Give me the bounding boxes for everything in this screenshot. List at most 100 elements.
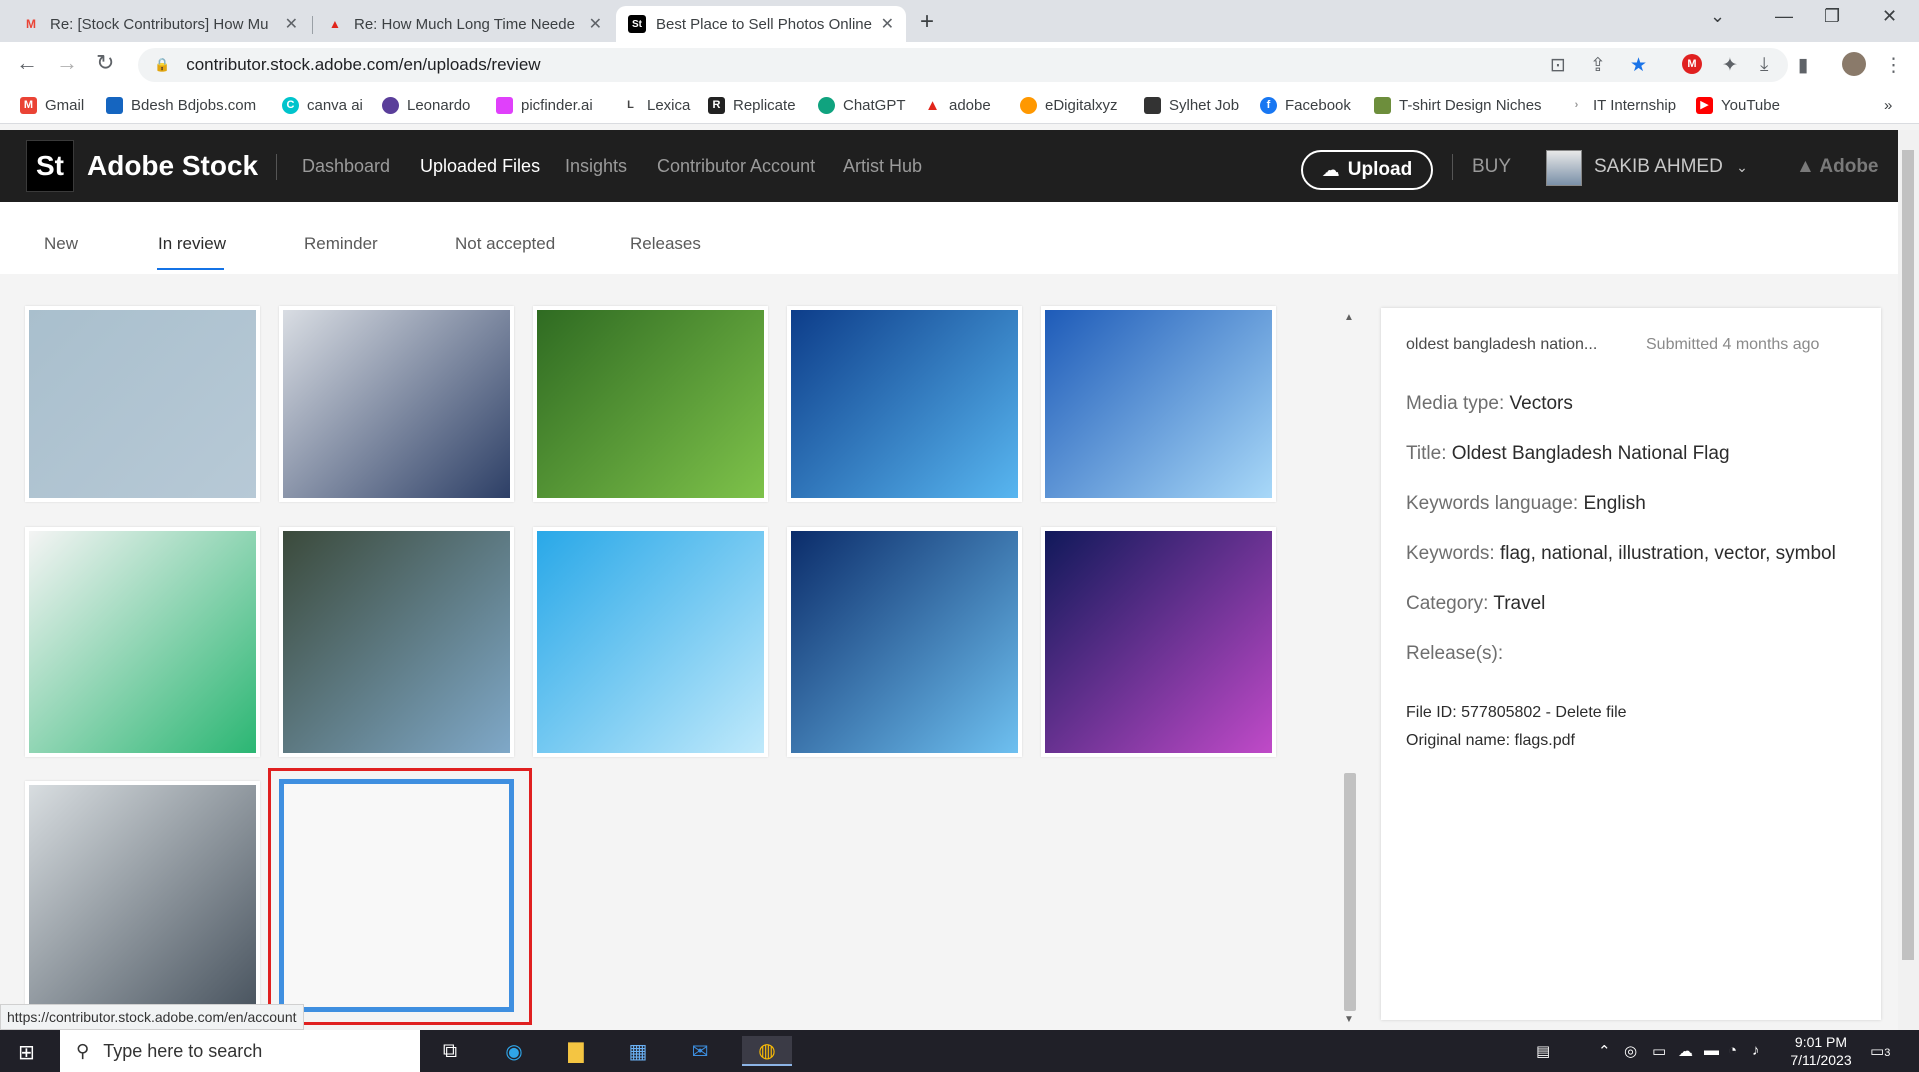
share-icon[interactable]: ⇪ bbox=[1590, 54, 1606, 77]
restore-icon[interactable]: ❐ bbox=[1824, 6, 1840, 27]
address-bar[interactable]: 🔒 contributor.stock.adobe.com/en/uploads… bbox=[138, 48, 1788, 82]
bookmark-label: Sylhet Job bbox=[1169, 97, 1240, 114]
nav-dashboard[interactable]: Dashboard bbox=[302, 156, 390, 177]
tab-in-review[interactable]: In review bbox=[158, 234, 226, 254]
file-name: oldest bangladesh nation... bbox=[1406, 336, 1598, 353]
bookmark-gmail[interactable]: M Gmail bbox=[20, 97, 84, 114]
close-icon[interactable]: ✕ bbox=[881, 14, 894, 34]
leonardo-icon bbox=[382, 97, 399, 114]
extensions-puzzle-icon[interactable]: ✦ bbox=[1722, 54, 1738, 77]
thumbnail-hand-holding-phone[interactable] bbox=[279, 527, 514, 757]
bookmark-youtube[interactable]: ▶ YouTube bbox=[1696, 97, 1780, 114]
windows-start-icon[interactable]: ⊞ bbox=[18, 1040, 35, 1065]
camera-icon[interactable]: ◎ bbox=[1624, 1042, 1637, 1060]
upload-button[interactable]: ☁ Upload bbox=[1301, 150, 1433, 190]
notification-icon[interactable]: ▭3 bbox=[1870, 1042, 1890, 1060]
nav-insights[interactable]: Insights bbox=[565, 156, 627, 177]
tab-new[interactable]: New bbox=[44, 234, 78, 254]
bookmark-leonardo[interactable]: Leonardo bbox=[382, 97, 470, 114]
tab-not-accepted[interactable]: Not accepted bbox=[455, 234, 555, 254]
thumbnail-smartphones-on-table[interactable] bbox=[25, 527, 260, 757]
chatgpt-icon bbox=[818, 97, 835, 114]
thumbnail-hand-digital-interface[interactable] bbox=[787, 306, 1022, 502]
translate-icon[interactable]: ⊡ bbox=[1550, 54, 1566, 77]
task-view-icon[interactable]: ⧉ bbox=[430, 1036, 470, 1066]
user-menu[interactable]: SAKIB AHMED ⌄ bbox=[1594, 156, 1748, 178]
bookmarks-more-button[interactable]: » bbox=[1884, 97, 1892, 114]
brand-title[interactable]: Adobe Stock bbox=[87, 150, 258, 182]
avatar[interactable] bbox=[1546, 150, 1582, 186]
close-icon[interactable]: ✕ bbox=[285, 14, 298, 34]
battery-icon[interactable]: ▬ bbox=[1704, 1042, 1719, 1059]
new-tab-button[interactable]: + bbox=[920, 8, 934, 36]
microsoft-store-icon[interactable]: ▦ bbox=[618, 1036, 658, 1066]
bookmark-tshirt-niches[interactable]: T-shirt Design Niches bbox=[1374, 97, 1542, 114]
thumbnail-hand-cloud-tablet[interactable] bbox=[533, 527, 768, 757]
bookmark-adobe[interactable]: ▲ adobe bbox=[924, 97, 991, 114]
download-icon[interactable]: ⤓ bbox=[1760, 54, 1768, 76]
thumbnail-thank-you-tshirt[interactable] bbox=[25, 306, 260, 502]
bookmark-canva[interactable]: Ccanva ai bbox=[282, 97, 363, 114]
extension-m-icon[interactable]: M bbox=[1682, 54, 1702, 74]
bookmark-picfinder[interactable]: picfinder.ai bbox=[496, 97, 593, 114]
bookmark-star-icon[interactable]: ★ bbox=[1630, 54, 1647, 77]
menu-kebab-icon[interactable]: ⋮ bbox=[1884, 54, 1903, 77]
scroll-up-arrow[interactable]: ▲ bbox=[1344, 312, 1354, 323]
adobe-logo[interactable]: ▲ Adobe bbox=[1796, 156, 1879, 178]
bookmark-replicate[interactable]: R Replicate bbox=[708, 97, 796, 114]
adobe-icon: ▲ bbox=[1796, 156, 1815, 177]
browser-tab-adobe-stock[interactable]: St Best Place to Sell Photos Online, ✕ bbox=[616, 6, 906, 42]
file-id[interactable]: File ID: 577805802 - Delete file bbox=[1406, 704, 1627, 722]
thumbnail-purple-tech-hand[interactable] bbox=[1041, 527, 1276, 757]
close-icon[interactable]: ✕ bbox=[589, 14, 602, 34]
browser-tab-gmail[interactable]: M Re: [Stock Contributors] How Mu ✕ bbox=[10, 6, 310, 42]
adobe-stock-logo[interactable]: St bbox=[26, 140, 74, 192]
bookmark-bdjobs[interactable]: Bdesh Bdjobs.com bbox=[106, 97, 256, 114]
forward-icon[interactable]: → bbox=[56, 50, 78, 76]
page-scroll-thumb[interactable] bbox=[1902, 150, 1914, 960]
news-icon[interactable]: ▤ bbox=[1536, 1042, 1550, 1060]
side-panel-icon[interactable]: ▮ bbox=[1798, 54, 1808, 77]
url-text: contributor.stock.adobe.com/en/uploads/r… bbox=[186, 55, 541, 74]
window-close-icon[interactable]: ✕ bbox=[1882, 6, 1897, 27]
reload-icon[interactable]: ↻ bbox=[96, 50, 114, 76]
buy-link[interactable]: BUY bbox=[1472, 156, 1511, 178]
thumbnail-green-lawn-forest[interactable] bbox=[533, 306, 768, 502]
file-explorer-icon[interactable]: ▇ bbox=[556, 1036, 596, 1066]
nav-uploaded-files[interactable]: Uploaded Files bbox=[420, 156, 540, 177]
edge-icon[interactable]: ◉ bbox=[494, 1036, 534, 1066]
bookmark-chatgpt[interactable]: ChatGPT bbox=[818, 97, 906, 114]
taskbar-clock[interactable]: 9:01 PM 7/11/2023 bbox=[1776, 1033, 1866, 1069]
nav-artist-hub[interactable]: Artist Hub bbox=[843, 156, 922, 177]
back-icon[interactable]: ← bbox=[16, 50, 38, 76]
bookmark-it-internship[interactable]: › IT Internship bbox=[1568, 97, 1676, 114]
thumbnail-blue-data-chart-hand[interactable] bbox=[1041, 306, 1276, 502]
bookmark-lexica[interactable]: L Lexica bbox=[622, 97, 690, 114]
bookmark-sylhet-job[interactable]: Sylhet Job bbox=[1144, 97, 1239, 114]
thumbnail-chart-on-laptop[interactable] bbox=[787, 527, 1022, 757]
profile-avatar-icon[interactable] bbox=[1842, 52, 1866, 76]
browser-tab-adobe-forum[interactable]: ▲ Re: How Much Long Time Neede ✕ bbox=[314, 6, 614, 42]
chrome-icon[interactable]: ◍ bbox=[742, 1036, 792, 1066]
page-scrollbar[interactable] bbox=[1898, 130, 1919, 1030]
lock-icon[interactable]: 🔒 bbox=[154, 57, 170, 73]
grid-scroll-thumb[interactable] bbox=[1344, 773, 1356, 1011]
bookmark-facebook[interactable]: f Facebook bbox=[1260, 97, 1351, 114]
volume-icon[interactable]: ♪ bbox=[1752, 1042, 1760, 1059]
bookmark-label: Replicate bbox=[733, 97, 796, 114]
scroll-down-arrow[interactable]: ▼ bbox=[1344, 1014, 1354, 1025]
tray-chevron-icon[interactable]: ⌃ bbox=[1598, 1042, 1611, 1060]
tab-releases[interactable]: Releases bbox=[630, 234, 701, 254]
tab-reminder[interactable]: Reminder bbox=[304, 234, 378, 254]
nav-contributor-account[interactable]: Contributor Account bbox=[657, 156, 815, 177]
minimize-icon[interactable]: — bbox=[1775, 6, 1793, 27]
bookmark-edigitalxyz[interactable]: eDigitalxyz bbox=[1020, 97, 1118, 114]
wifi-icon[interactable]: ◔ bbox=[1728, 1042, 1737, 1059]
thumbnail-businessman-tablet-window[interactable] bbox=[25, 781, 260, 1011]
mail-icon[interactable]: ✉ bbox=[680, 1036, 720, 1066]
onedrive-icon[interactable]: ☁ bbox=[1678, 1042, 1693, 1060]
taskbar-search-box[interactable]: ⚲ Type here to search bbox=[60, 1030, 420, 1072]
meet-icon[interactable]: ▭ bbox=[1652, 1042, 1666, 1060]
thumbnail-smiling-businessman[interactable] bbox=[279, 306, 514, 502]
tab-search-icon[interactable]: ⌄ bbox=[1710, 6, 1725, 27]
